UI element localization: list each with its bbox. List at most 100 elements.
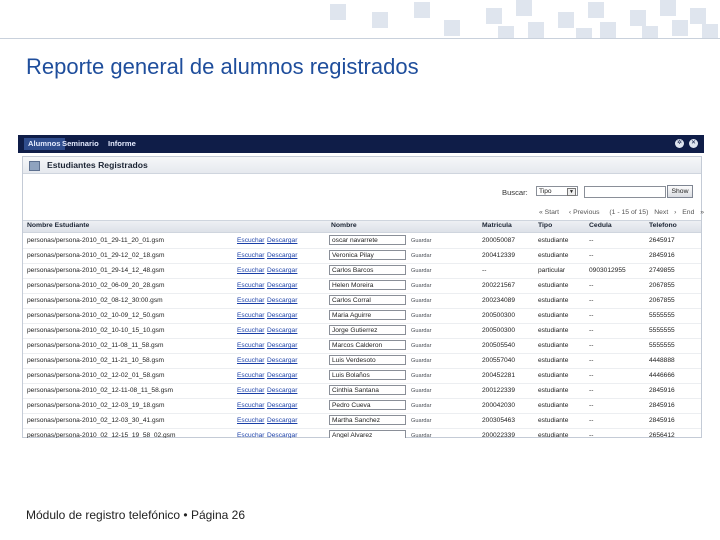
table-row: personas/persona-2010_02_11-08_11_58.gsm… [23,338,701,354]
save-link[interactable]: Guardar [411,238,432,244]
name-input[interactable]: Pedro Cueva [329,400,406,410]
col-tipo[interactable]: Tipo [538,222,552,229]
download-link[interactable]: Descargar [267,327,297,334]
decor-square [702,24,718,38]
listen-link[interactable]: Escuchar [237,387,265,394]
save-link[interactable]: Guardar [411,343,432,349]
name-input[interactable]: Veronica Pilay [329,250,406,260]
name-input[interactable]: Maria Aguirre [329,310,406,320]
cedula-cell: -- [589,237,594,244]
name-input[interactable]: Jorge Gutierrez [329,325,406,335]
search-field-select[interactable]: Tipo ▼ [536,186,578,196]
listen-link[interactable]: Escuchar [237,282,265,289]
save-link[interactable]: Guardar [411,268,432,274]
telefono-cell: 4448888 [649,357,675,364]
tipo-cell: estudiante [538,237,569,244]
file-name: personas/persona-2010_02_10-09_12_50.gsm [27,312,165,319]
search-input[interactable] [584,186,666,198]
chevron-down-icon[interactable]: ▼ [567,188,576,196]
name-input[interactable]: Carlos Barcos [329,265,406,275]
matricula-cell: 200412339 [482,252,516,259]
listen-link[interactable]: Escuchar [237,327,265,334]
tab-informe[interactable]: Informe [104,138,140,150]
listen-link[interactable]: Escuchar [237,312,265,319]
name-input[interactable]: Marcos Calderon [329,340,406,350]
close-icon[interactable]: ✕ [689,139,698,148]
save-link[interactable]: Guardar [411,298,432,304]
listen-link[interactable]: Escuchar [237,357,265,364]
download-link[interactable]: Descargar [267,432,297,438]
matricula-cell: 200557040 [482,357,516,364]
download-link[interactable]: Descargar [267,402,297,409]
name-input[interactable]: Carlos Corral [329,295,406,305]
pager-previous[interactable]: ‹ Previous [569,209,604,216]
name-input[interactable]: oscar navarrete [329,235,406,245]
name-input[interactable]: Helen Moreira [329,280,406,290]
cedula-cell: 0903012955 [589,267,626,274]
download-link[interactable]: Descargar [267,372,297,379]
show-button[interactable]: Show [667,185,693,198]
name-input[interactable]: Luis Verdesoto [329,355,406,365]
tipo-cell: estudiante [538,312,569,319]
save-link[interactable]: Guardar [411,253,432,259]
download-link[interactable]: Descargar [267,312,297,319]
name-input[interactable]: Angel Alvarez [329,430,406,438]
col-nombre-estudiante[interactable]: Nombre Estudiante [27,222,89,229]
decor-square [576,28,592,38]
telefono-cell: 5555555 [649,312,675,319]
download-link[interactable]: Descargar [267,387,297,394]
download-link[interactable]: Descargar [267,252,297,259]
tab-seminario[interactable]: Seminario [58,138,103,150]
col-cedula[interactable]: Cedula [589,222,612,229]
listen-link[interactable]: Escuchar [237,297,265,304]
listen-link[interactable]: Escuchar [237,267,265,274]
tipo-cell: estudiante [538,372,569,379]
listen-link[interactable]: Escuchar [237,252,265,259]
name-input[interactable]: Martha Sanchez [329,415,406,425]
file-name: personas/persona-2010_01_29-12_02_18.gsm [27,252,165,259]
download-link[interactable]: Descargar [267,357,297,364]
tipo-cell: estudiante [538,357,569,364]
pager-end[interactable]: End » [682,209,704,216]
listen-link[interactable]: Escuchar [237,342,265,349]
name-input[interactable]: Luis Bolaños [329,370,406,380]
pager-start[interactable]: « Start [539,209,563,216]
save-link[interactable]: Guardar [411,313,432,319]
listen-link[interactable]: Escuchar [237,402,265,409]
table-row: personas/persona-2010_01_29-11_20_01.gsm… [23,233,701,249]
download-link[interactable]: Descargar [267,417,297,424]
col-matricula[interactable]: Matricula [482,222,512,229]
listen-link[interactable]: Escuchar [237,372,265,379]
decor-square [642,26,658,38]
download-link[interactable]: Descargar [267,297,297,304]
tipo-cell: estudiante [538,282,569,289]
save-link[interactable]: Guardar [411,358,432,364]
listen-link[interactable]: Escuchar [237,417,265,424]
save-link[interactable]: Guardar [411,433,432,438]
save-link[interactable]: Guardar [411,403,432,409]
save-link[interactable]: Guardar [411,373,432,379]
telefono-cell: 2645917 [649,237,675,244]
download-link[interactable]: Descargar [267,267,297,274]
name-input[interactable]: Cinthia Santana [329,385,406,395]
download-link[interactable]: Descargar [267,342,297,349]
save-link[interactable]: Guardar [411,328,432,334]
cedula-cell: -- [589,252,594,259]
save-link[interactable]: Guardar [411,418,432,424]
col-nombre[interactable]: Nombre [331,222,357,229]
cedula-cell: -- [589,417,594,424]
col-telefono[interactable]: Telefono [649,222,677,229]
gear-icon[interactable]: ✲ [675,139,684,148]
download-link[interactable]: Descargar [267,237,297,244]
listen-link[interactable]: Escuchar [237,237,265,244]
save-link[interactable]: Guardar [411,283,432,289]
table-icon [29,161,40,171]
save-link[interactable]: Guardar [411,388,432,394]
download-link[interactable]: Descargar [267,282,297,289]
table-header: Nombre Estudiante Nombre Matricula Tipo … [23,220,701,233]
tipo-cell: estudiante [538,387,569,394]
file-name: personas/persona-2010_02_12-15_19_58_02.… [27,432,176,438]
listen-link[interactable]: Escuchar [237,432,265,438]
pager-next[interactable]: Next › [654,209,676,216]
pager-range: (1 - 15 of 15) [609,209,649,216]
